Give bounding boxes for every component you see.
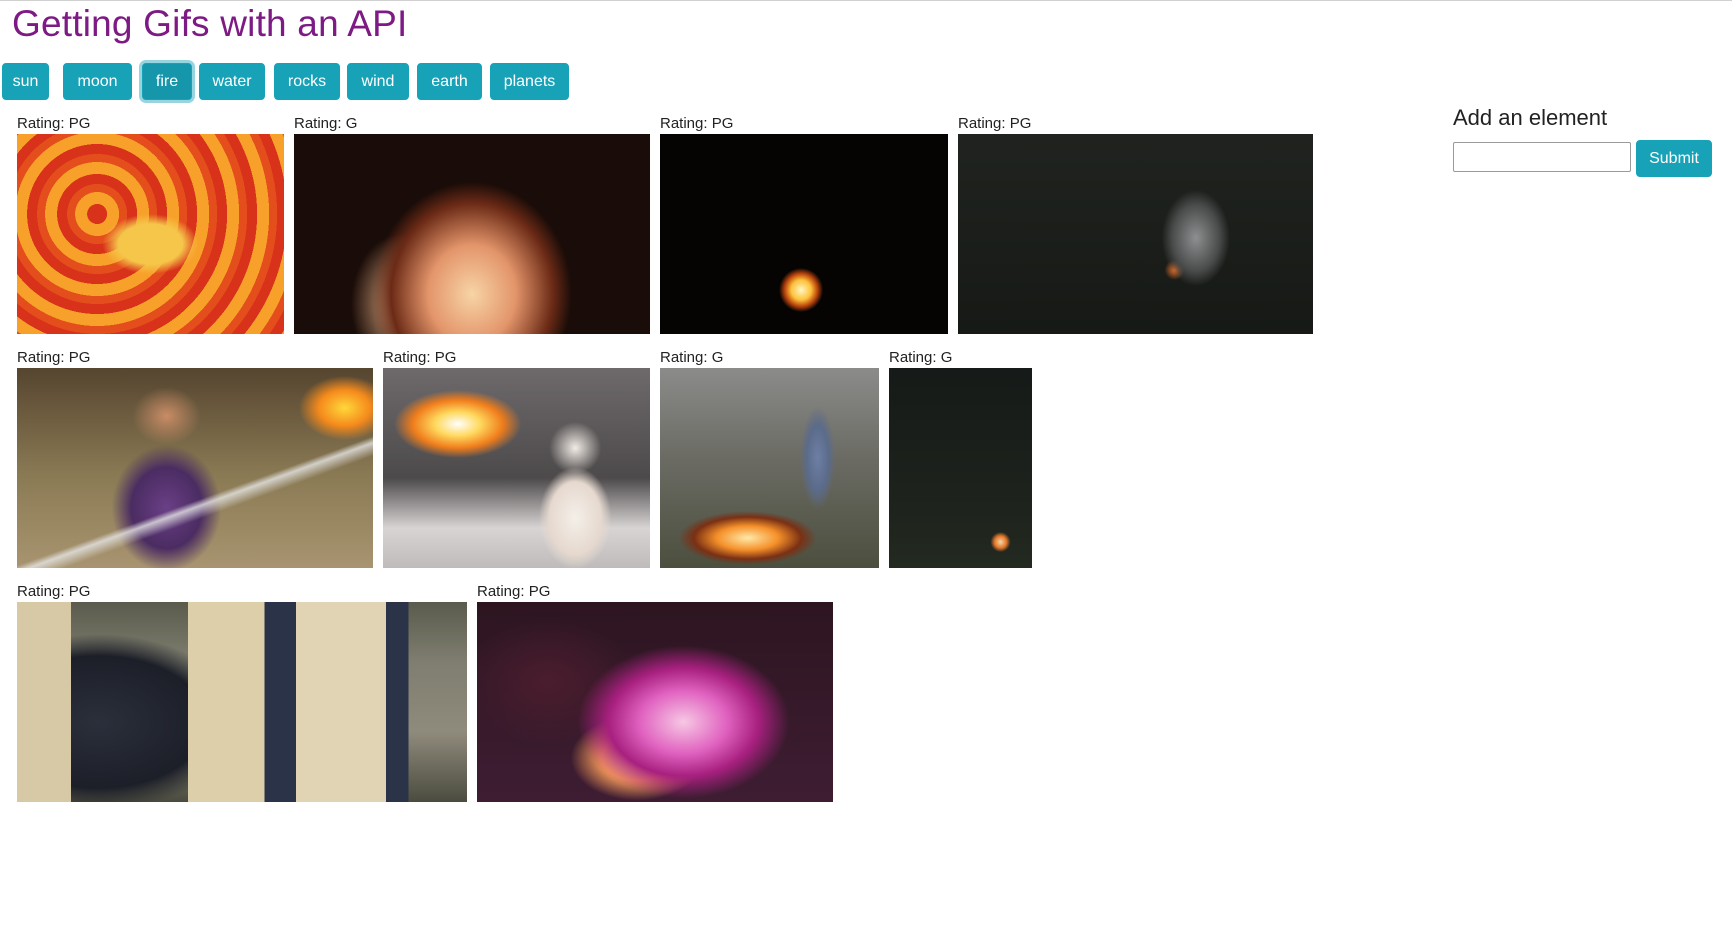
gif-rating: Rating: PG — [660, 115, 734, 132]
gif-image[interactable] — [17, 134, 284, 334]
gif-rating: Rating: PG — [17, 583, 91, 600]
gif-image[interactable] — [660, 368, 879, 568]
topic-button-fire[interactable]: fire — [142, 63, 192, 100]
topic-button-wind[interactable]: wind — [347, 63, 409, 100]
gif-image[interactable] — [17, 368, 373, 568]
gif-image[interactable] — [889, 368, 1032, 568]
gif-image[interactable] — [477, 602, 833, 802]
gif-rating: Rating: PG — [958, 115, 1032, 132]
gif-rating: Rating: G — [294, 115, 358, 132]
gif-image[interactable] — [294, 134, 650, 334]
submit-button[interactable]: Submit — [1636, 140, 1712, 177]
topic-button-rocks[interactable]: rocks — [274, 63, 340, 100]
gif-rating: Rating: G — [660, 349, 724, 366]
gif-rating: Rating: G — [889, 349, 953, 366]
gif-image[interactable] — [660, 134, 948, 334]
gif-image[interactable] — [383, 368, 650, 568]
gif-image[interactable] — [958, 134, 1313, 334]
topic-button-planets[interactable]: planets — [490, 63, 569, 100]
topic-button-earth[interactable]: earth — [417, 63, 482, 100]
add-element-title: Add an element — [1453, 105, 1608, 130]
topic-button-water[interactable]: water — [199, 63, 265, 100]
topic-button-moon[interactable]: moon — [63, 63, 132, 100]
topic-button-sun[interactable]: sun — [2, 63, 49, 100]
add-element-input[interactable] — [1453, 142, 1631, 172]
gif-rating: Rating: PG — [17, 349, 91, 366]
gif-rating: Rating: PG — [477, 583, 551, 600]
page-title: Getting Gifs with an API — [12, 3, 408, 44]
gif-image[interactable] — [17, 602, 467, 802]
gif-rating: Rating: PG — [383, 349, 457, 366]
gif-rating: Rating: PG — [17, 115, 91, 132]
